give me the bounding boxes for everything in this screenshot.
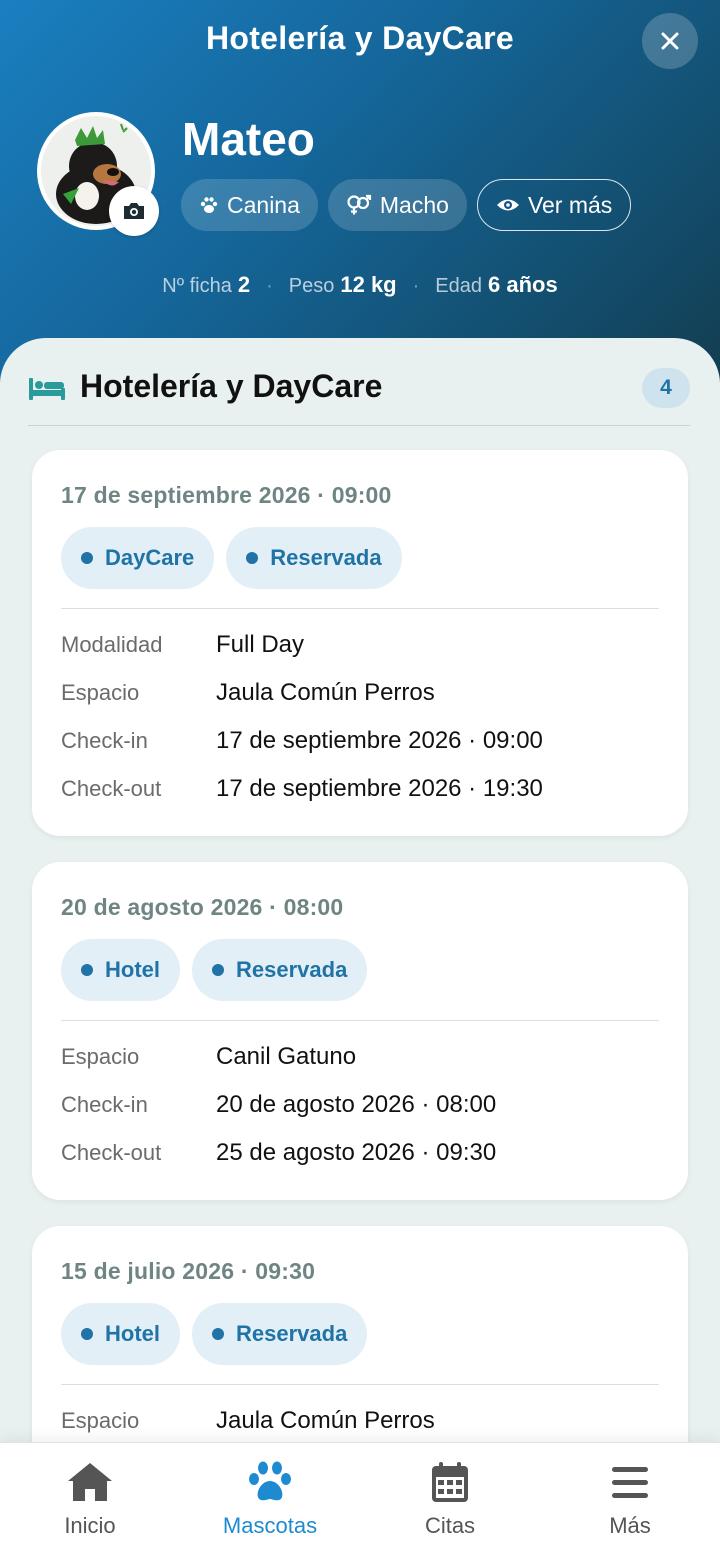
page-title: Hotelería y DayCare	[205, 20, 515, 56]
section-count-badge: 4	[642, 368, 690, 408]
close-icon	[661, 32, 679, 50]
booking-card[interactable]: 17 de septiembre 2026 · 09:00 DayCare Re…	[32, 450, 688, 836]
detail-row: Check-out 25 de agosto 2026 · 09:30	[61, 1139, 497, 1166]
close-button[interactable]	[642, 13, 698, 69]
booking-date: 15 de julio 2026 · 09:30	[61, 1258, 316, 1284]
booking-card[interactable]: 20 de agosto 2026 · 08:00 Hotel Reservad…	[32, 862, 688, 1200]
pet-chips: Canina Macho Ver más	[181, 179, 632, 231]
home-icon	[68, 1463, 112, 1501]
booking-date: 20 de agosto 2026 · 08:00	[61, 894, 344, 920]
ficha-value: 2	[237, 272, 251, 297]
see-more-button[interactable]: Ver más	[476, 179, 632, 231]
pet-stats: Nº ficha 2 · Peso 12 kg · Edad 6 años	[162, 272, 558, 297]
detail-row: Check-out 17 de septiembre 2026 · 19:30	[61, 775, 543, 802]
gender-icon	[347, 194, 371, 215]
paw-icon	[200, 197, 218, 213]
paw-icon	[249, 1461, 291, 1501]
detail-row: Espacio Canil Gatuno	[61, 1043, 357, 1070]
nav-item-citas[interactable]: Citas	[360, 1461, 540, 1539]
peso-label: Peso	[288, 275, 335, 297]
nav-label-inicio: Inicio	[64, 1513, 116, 1538]
species-chip: Canina	[181, 179, 318, 231]
nav-label-mascotas: Mascotas	[222, 1513, 318, 1538]
content-sheet: Hotelería y DayCare 4 17 de septiembre 2…	[0, 338, 720, 1558]
nav-item-mas[interactable]: Más	[540, 1461, 720, 1539]
peso-value: 12 kg	[340, 272, 397, 297]
eye-icon	[496, 199, 519, 211]
edad-label: Edad	[435, 275, 483, 297]
bed-icon	[29, 378, 65, 400]
booking-date: 17 de septiembre 2026 · 09:00	[61, 482, 392, 508]
pet-avatar[interactable]	[37, 112, 159, 236]
edad-value: 6 años	[488, 272, 558, 297]
calendar-icon	[432, 1462, 468, 1502]
nav-label-citas: Citas	[424, 1513, 476, 1538]
section-title: Hotelería y DayCare	[80, 368, 383, 404]
ficha-label: Nº ficha	[162, 275, 232, 297]
detail-row: Check-in 17 de septiembre 2026 · 09:00	[61, 727, 543, 754]
nav-item-mascotas[interactable]: Mascotas	[180, 1461, 360, 1539]
bottom-nav: Inicio Mascotas Citas Más	[0, 1442, 720, 1558]
detail-row: Espacio Jaula Común Perros	[61, 679, 435, 706]
service-badge: Hotel	[61, 939, 180, 1001]
service-badge: DayCare	[61, 527, 215, 589]
see-more-label: Ver más	[527, 191, 613, 218]
status-badge: Reservada	[192, 1303, 368, 1365]
service-badge: Hotel	[61, 1303, 180, 1365]
nav-item-inicio[interactable]: Inicio	[0, 1461, 180, 1539]
detail-row: Espacio Jaula Común Perros	[61, 1407, 435, 1434]
section-header: Hotelería y DayCare 4	[28, 368, 690, 426]
sex-chip: Macho	[327, 179, 467, 231]
menu-icon	[612, 1467, 648, 1498]
sex-label: Macho	[379, 191, 449, 218]
nav-label-mas: Más	[609, 1513, 651, 1538]
detail-row: Modalidad Full Day	[61, 631, 305, 658]
status-badge: Reservada	[192, 939, 368, 1001]
change-photo-button[interactable]	[109, 186, 159, 236]
camera-icon	[124, 203, 144, 219]
species-label: Canina	[227, 191, 300, 218]
pet-name: Mateo	[182, 113, 315, 165]
detail-row: Check-in 20 de agosto 2026 · 08:00	[61, 1091, 497, 1118]
status-badge: Reservada	[226, 527, 402, 589]
